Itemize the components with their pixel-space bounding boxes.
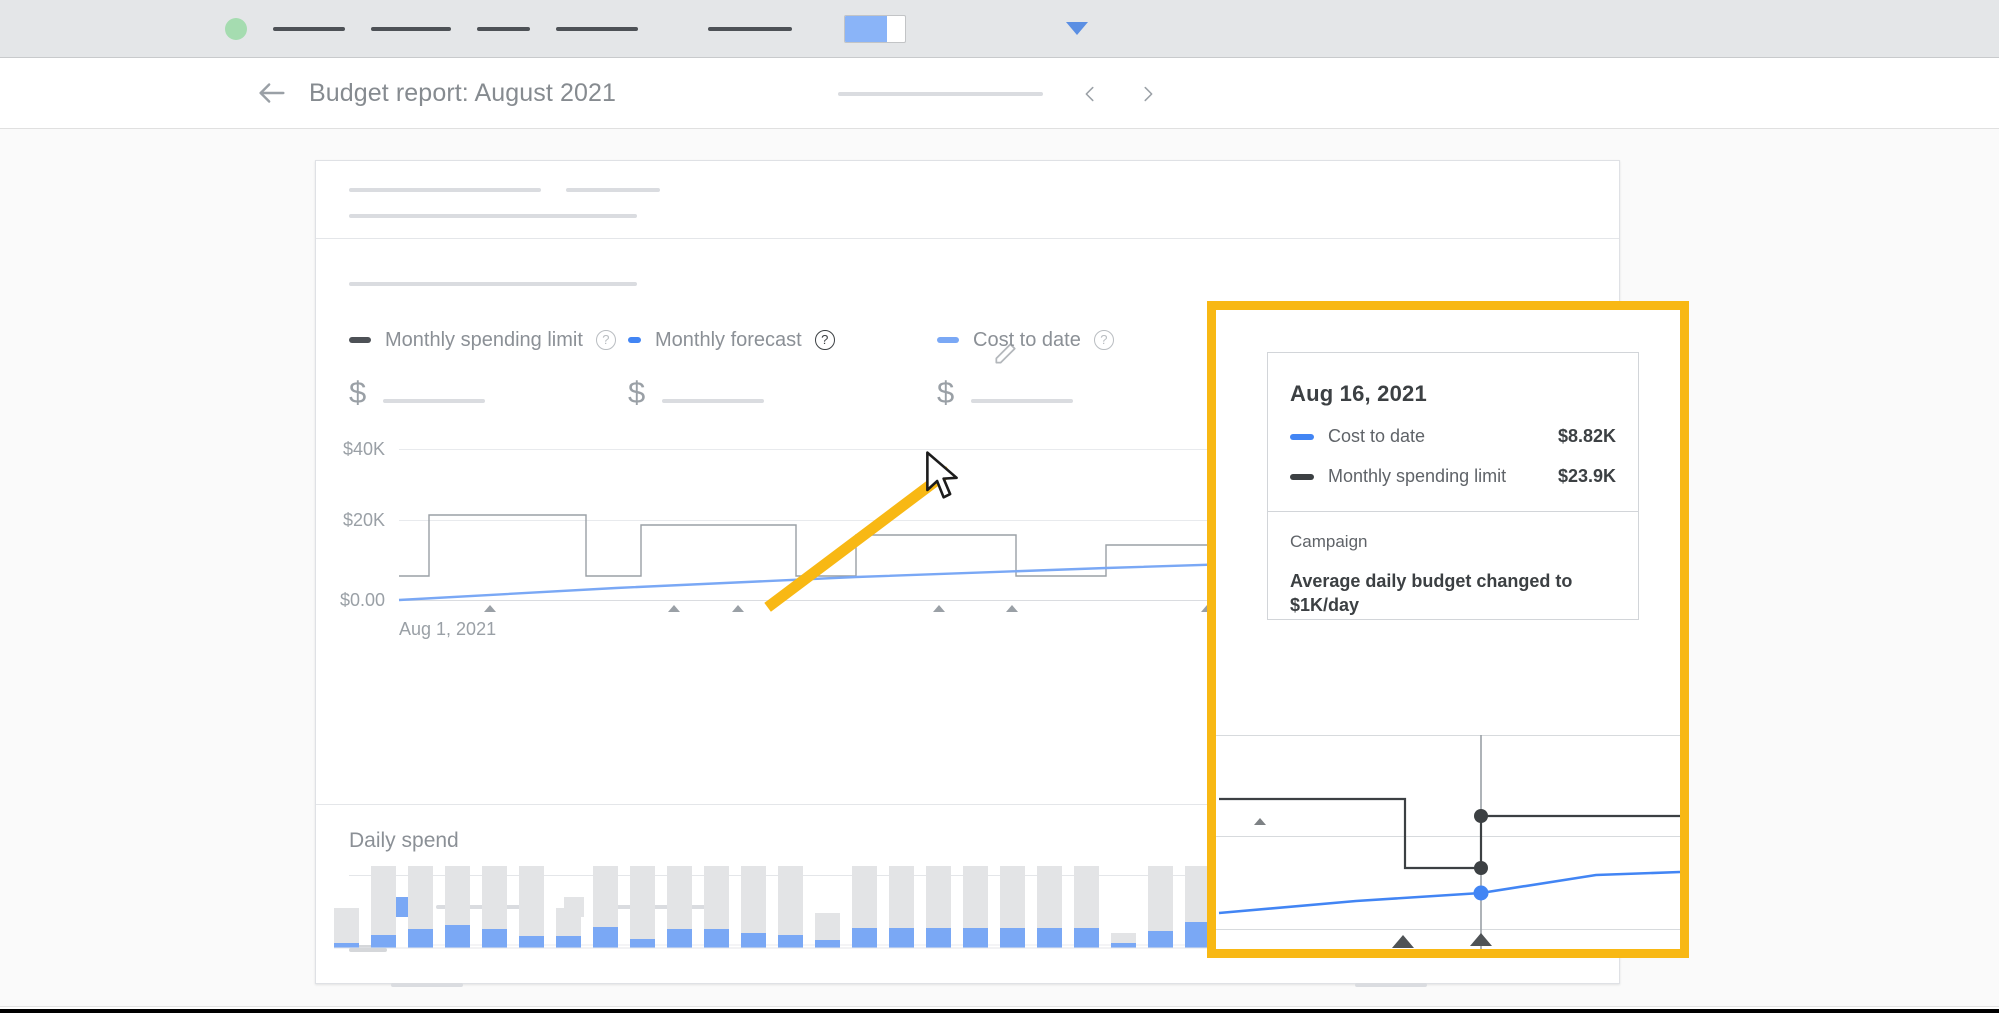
tooltip-row-spending-limit: Monthly spending limit $23.9K xyxy=(1290,466,1616,487)
app-root: Budget report: August 2021 Monthly spend… xyxy=(0,0,1999,1013)
chevron-left-icon[interactable] xyxy=(1079,83,1101,105)
magnified-event-marker-selected xyxy=(1470,933,1492,946)
magnified-event-marker xyxy=(1392,935,1414,948)
tooltip-message: Average daily budget changed to $1K/day xyxy=(1290,571,1573,616)
magnified-series-cost-to-date xyxy=(1218,870,1681,915)
magnified-series-svg xyxy=(1218,735,1681,949)
tooltip-row-cost-to-date: Cost to date $8.82K xyxy=(1290,426,1616,447)
back-arrow-icon[interactable] xyxy=(255,76,289,110)
redacted-chrome-item[interactable] xyxy=(708,26,792,31)
redacted-chrome-item[interactable] xyxy=(371,26,451,31)
magnified-point-spending-limit-lower xyxy=(1474,861,1488,875)
tooltip-section-label: Campaign xyxy=(1290,532,1368,551)
tooltip-swatch-spending-limit xyxy=(1290,473,1314,480)
magnified-event-marker xyxy=(1254,818,1266,825)
magnified-point-cost-to-date xyxy=(1473,885,1489,901)
redacted-chrome-item[interactable] xyxy=(477,26,530,31)
redacted-header-item[interactable] xyxy=(838,91,1043,96)
callout-connector xyxy=(764,466,953,612)
status-dot-icon xyxy=(225,17,247,40)
chevron-right-icon[interactable] xyxy=(1137,83,1159,105)
page-header: Budget report: August 2021 xyxy=(0,58,1999,129)
mouse-cursor xyxy=(922,451,962,503)
magnified-plot xyxy=(1216,717,1681,949)
browser-chrome-bar xyxy=(0,0,1999,58)
tooltip-swatch-cost-to-date xyxy=(1290,433,1314,440)
tooltip-date: Aug 16, 2021 xyxy=(1290,381,1427,406)
magnified-callout: Aug 16, 2021 Cost to date $8.82K Monthly… xyxy=(1207,301,1689,958)
page-title: Budget report: August 2021 xyxy=(309,78,616,107)
tooltip-label-cost-to-date: Cost to date xyxy=(1328,426,1426,446)
tooltip-amount-cost-to-date: $8.82K xyxy=(1557,426,1616,446)
magnified-point-spending-limit xyxy=(1474,809,1488,823)
tooltip-label-spending-limit: Monthly spending limit xyxy=(1328,466,1507,486)
chevron-down-icon[interactable] xyxy=(1066,22,1088,35)
content-area: Monthly spending limit ? $ Monthly forec… xyxy=(0,129,1999,1013)
tooltip-divider xyxy=(1268,511,1638,512)
chrome-progress-toggle[interactable] xyxy=(844,14,906,43)
redacted-chrome-item[interactable] xyxy=(273,26,345,31)
tooltip-amount-spending-limit: $23.9K xyxy=(1557,466,1616,486)
magnified-series-spending-limit xyxy=(1219,797,1680,870)
chart-tooltip: Aug 16, 2021 Cost to date $8.82K Monthly… xyxy=(1267,352,1639,620)
header-actions xyxy=(838,58,1999,129)
redacted-chrome-item[interactable] xyxy=(556,26,638,31)
